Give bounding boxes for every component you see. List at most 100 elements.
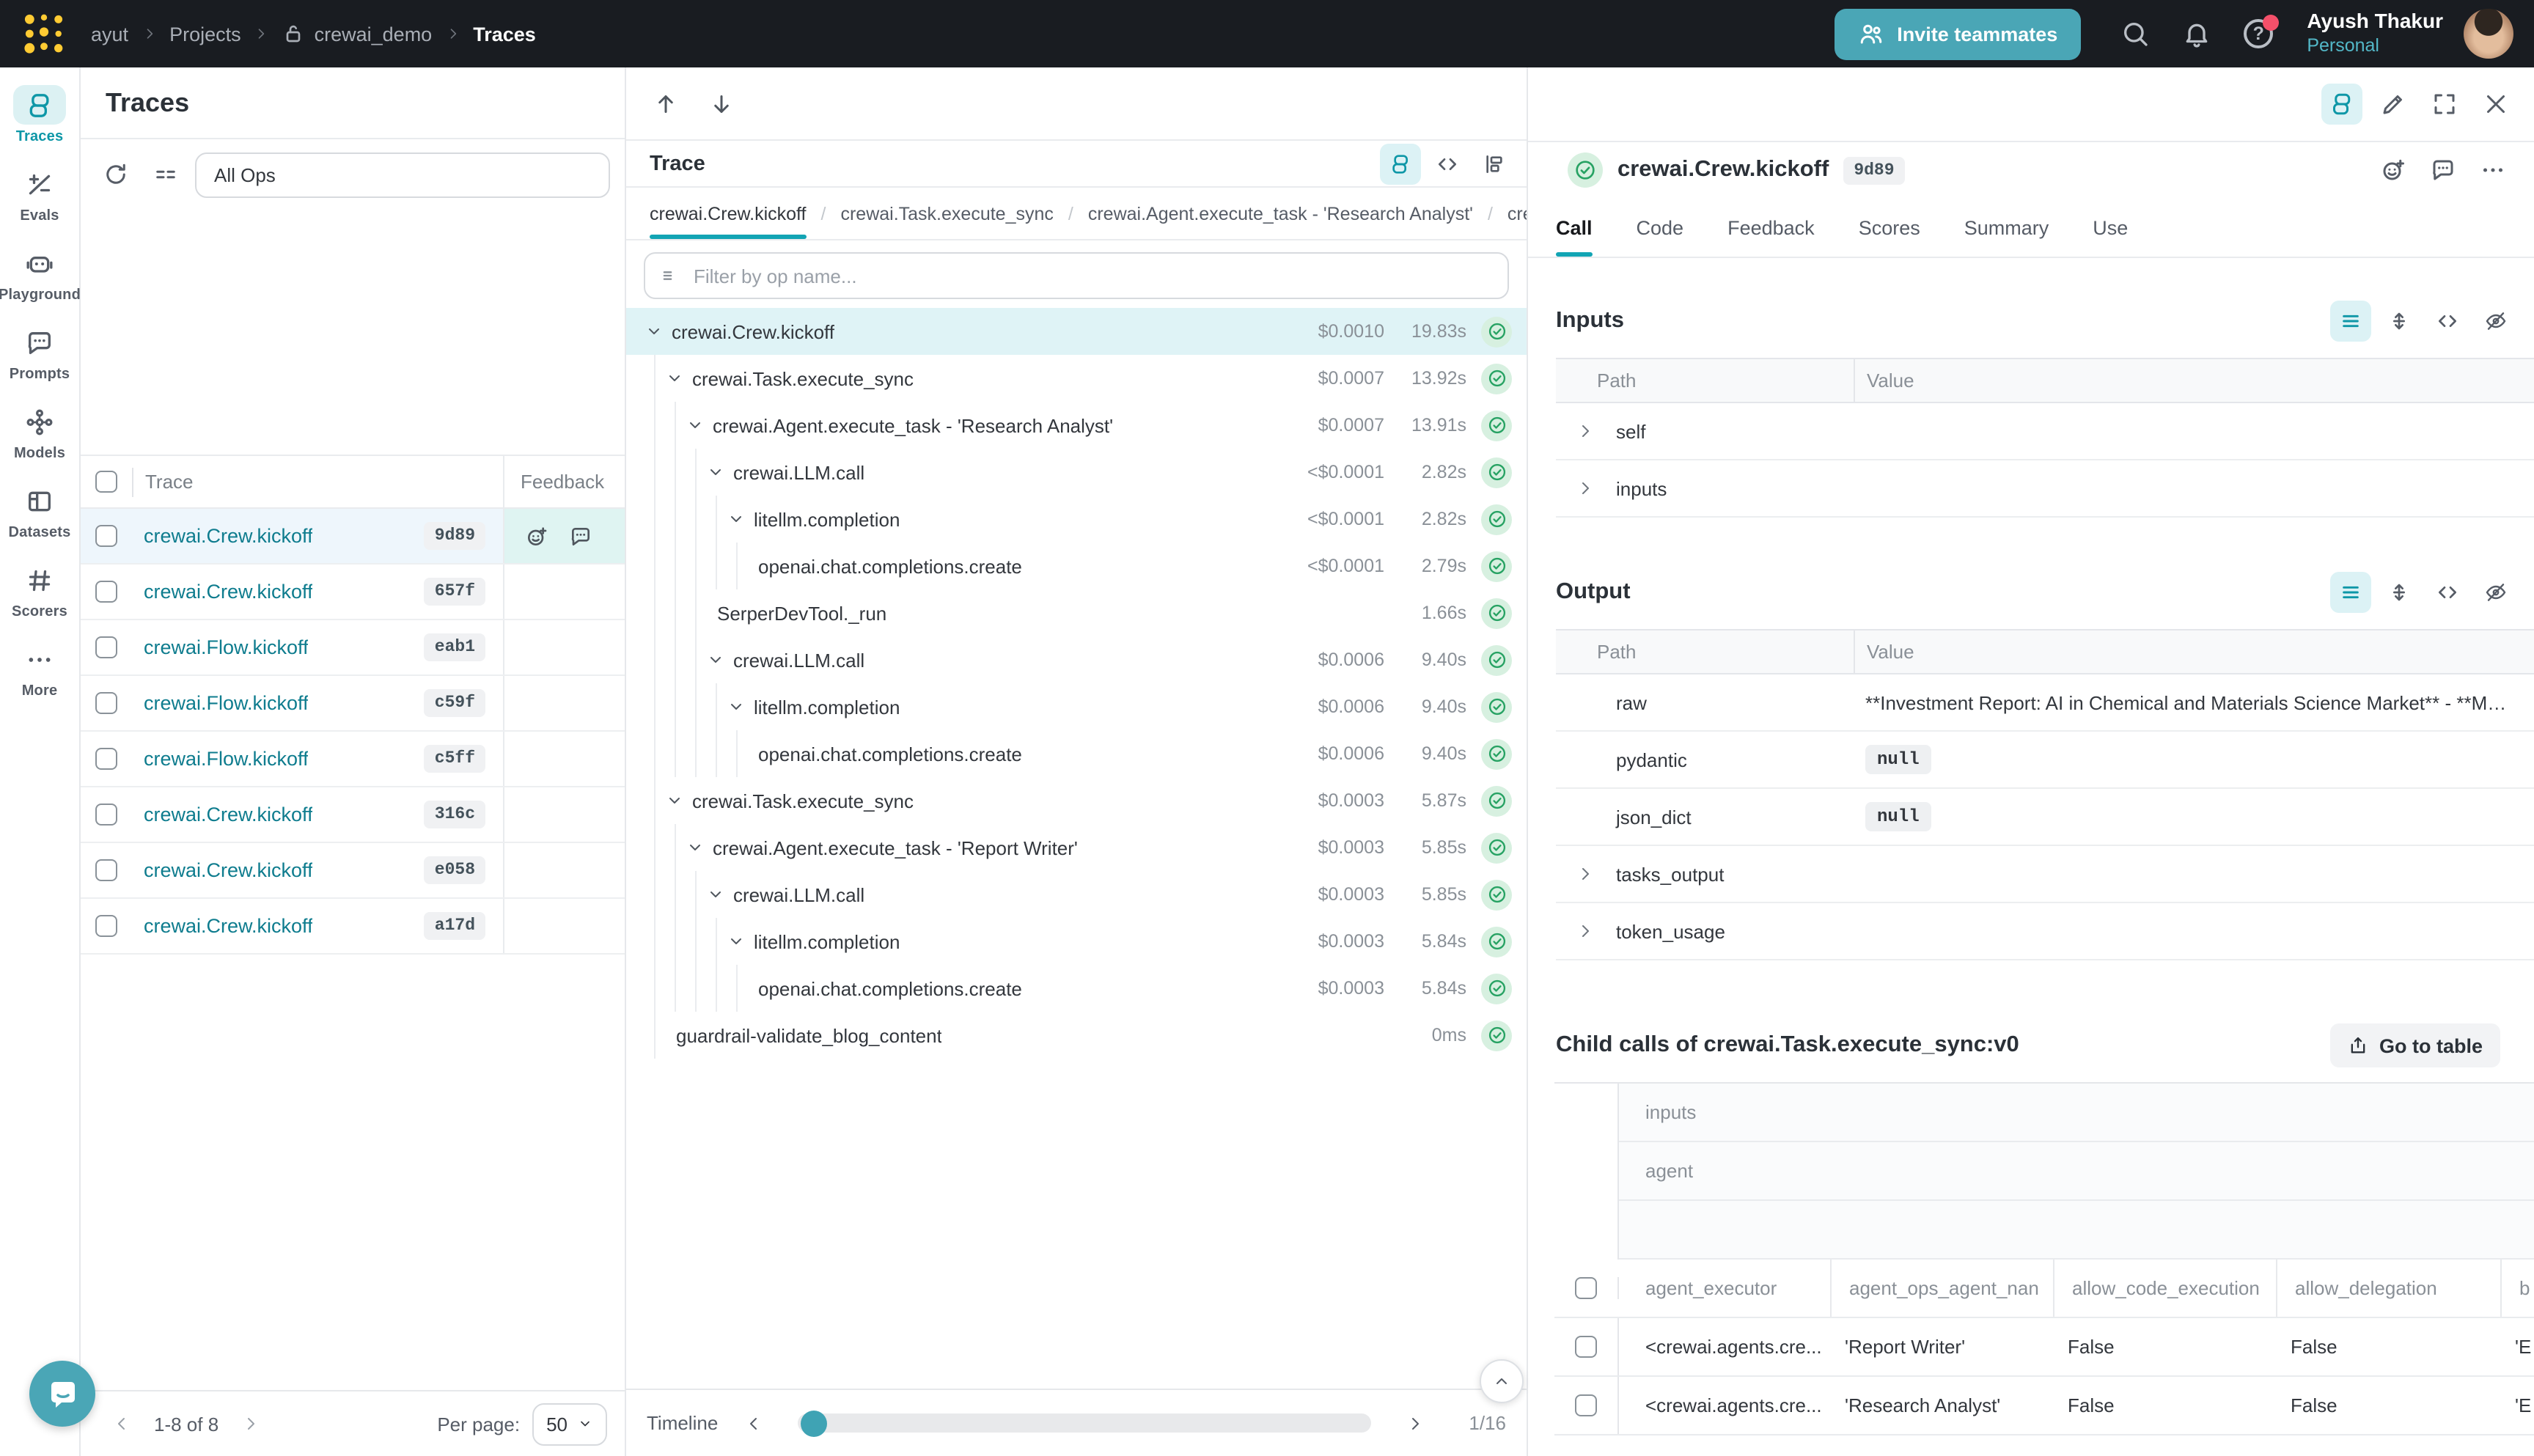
tree-row[interactable]: crewai.Agent.execute_task - 'Report Writ…	[626, 824, 1527, 871]
flame-view-button[interactable]	[1474, 143, 1515, 184]
table-row[interactable]: token_usage	[1556, 903, 2534, 960]
notifications-bell-icon[interactable]	[2182, 19, 2211, 48]
sidebar-item-scorers[interactable]: Scorers	[0, 560, 79, 620]
tree-toggle-button[interactable]	[2321, 84, 2362, 125]
tab-summary[interactable]: Summary	[1964, 198, 2049, 257]
tree-row[interactable]: SerperDevTool._run 1.66s	[626, 589, 1527, 636]
sidebar-item-more[interactable]: More	[0, 639, 79, 699]
hide-values-icon[interactable]	[2475, 301, 2516, 342]
sidebar-item-playground[interactable]: Playground	[0, 243, 79, 304]
table-row[interactable]: <crewai.agents.cre... 'Report Writer' Fa…	[1554, 1318, 2534, 1377]
per-page-select[interactable]: 50	[532, 1402, 607, 1445]
invite-teammates-button[interactable]: Invite teammates	[1834, 8, 2081, 59]
trace-link[interactable]: crewai.Flow.kickoff	[144, 636, 309, 658]
select-all-checkbox[interactable]	[1575, 1277, 1597, 1299]
edit-icon[interactable]	[2373, 84, 2414, 125]
table-row[interactable]: tasks_output	[1556, 846, 2534, 903]
add-reaction-icon[interactable]	[525, 524, 548, 548]
chevron-down-icon[interactable]	[686, 416, 713, 434]
chevron-down-icon[interactable]	[707, 886, 733, 903]
chevron-down-icon[interactable]	[686, 839, 713, 856]
tree-view-button[interactable]	[1380, 143, 1421, 184]
table-row[interactable]: crewai.Crew.kickoff 9d89	[81, 509, 625, 565]
help-icon[interactable]: ?	[2244, 19, 2273, 48]
trace-link[interactable]: crewai.Crew.kickoff	[144, 804, 313, 826]
chevron-down-icon[interactable]	[727, 698, 754, 716]
trace-link[interactable]: crewai.Crew.kickoff	[144, 859, 313, 881]
support-chat-button[interactable]	[29, 1361, 95, 1427]
feedback-column-header[interactable]: Feedback	[503, 456, 625, 507]
chevron-right-icon[interactable]	[1576, 422, 1616, 440]
fullscreen-icon[interactable]	[2424, 84, 2465, 125]
breadcrumb-entity[interactable]: ayut	[91, 23, 128, 45]
trace-link[interactable]: crewai.Crew.kickoff	[144, 525, 313, 547]
overflow-menu-icon[interactable]	[2472, 150, 2513, 191]
expand-rows-icon[interactable]	[2379, 301, 2420, 342]
hide-values-icon[interactable]	[2475, 572, 2516, 613]
scroll-top-button[interactable]	[1480, 1359, 1524, 1403]
timeline-prev-button[interactable]	[730, 1414, 776, 1432]
tree-row[interactable]: openai.chat.completions.create <$0.0001 …	[626, 543, 1527, 589]
search-icon[interactable]	[2120, 19, 2150, 48]
table-row[interactable]: raw **Investment Report: AI in Chemical …	[1556, 674, 2534, 732]
timeline-slider-thumb[interactable]	[800, 1410, 826, 1436]
column-header[interactable]: b	[2500, 1260, 2534, 1317]
code-view-icon[interactable]	[2427, 572, 2468, 613]
tree-row[interactable]: crewai.LLM.call $0.0003 5.85s	[626, 871, 1527, 918]
columns-button[interactable]	[145, 154, 186, 195]
trace-column-header[interactable]: Trace	[133, 456, 503, 507]
breadcrumb-project[interactable]: crewai_demo	[315, 23, 433, 45]
column-header[interactable]: agent_ops_agent_nan	[1830, 1260, 2053, 1317]
trace-link[interactable]: crewai.Crew.kickoff	[144, 915, 313, 937]
tree-row[interactable]: crewai.LLM.call $0.0006 9.40s	[626, 636, 1527, 683]
row-checkbox[interactable]	[1575, 1394, 1597, 1416]
user-menu[interactable]: Ayush Thakur Personal	[2307, 10, 2443, 58]
row-checkbox[interactable]	[95, 692, 117, 714]
code-view-button[interactable]	[1427, 143, 1468, 184]
tree-row[interactable]: litellm.completion $0.0006 9.40s	[626, 683, 1527, 730]
code-view-icon[interactable]	[2427, 301, 2468, 342]
tree-row[interactable]: crewai.LLM.call <$0.0001 2.82s	[626, 449, 1527, 496]
tree-row[interactable]: litellm.completion $0.0003 5.84s	[626, 918, 1527, 965]
tree-row[interactable]: guardrail-validate_blog_content 0ms	[626, 1012, 1527, 1059]
table-row[interactable]: crewai.Flow.kickoff c5ff	[81, 732, 625, 787]
tab-feedback[interactable]: Feedback	[1727, 198, 1815, 257]
next-trace-button[interactable]	[708, 90, 735, 117]
chevron-down-icon[interactable]	[727, 510, 754, 528]
table-row[interactable]: crewai.Crew.kickoff 316c	[81, 787, 625, 843]
sidebar-item-models[interactable]: Models	[0, 402, 79, 462]
tab-use[interactable]: Use	[2093, 198, 2128, 257]
sidebar-item-prompts[interactable]: Prompts	[0, 323, 79, 383]
trace-crumb-tab[interactable]: crewai.Task.execute_sync	[840, 188, 1053, 239]
tree-row[interactable]: crewai.Task.execute_sync $0.0007 13.92s	[626, 355, 1527, 402]
tab-code[interactable]: Code	[1637, 198, 1684, 257]
table-row[interactable]: <crewai.agents.cre... 'Research Analyst'…	[1554, 1377, 2534, 1435]
chevron-down-icon[interactable]	[645, 323, 672, 340]
refresh-button[interactable]	[95, 154, 136, 195]
next-page-button[interactable]	[227, 1415, 274, 1433]
trace-link[interactable]: crewai.Flow.kickoff	[144, 748, 309, 770]
column-header[interactable]: agent_executor	[1619, 1277, 1830, 1299]
row-checkbox[interactable]	[95, 859, 117, 881]
previous-trace-button[interactable]	[653, 90, 679, 117]
sidebar-item-evals[interactable]: Evals	[0, 164, 79, 224]
row-checkbox[interactable]	[95, 636, 117, 658]
chevron-down-icon[interactable]	[707, 651, 733, 669]
column-header[interactable]: allow_code_execution	[2053, 1260, 2276, 1317]
table-row[interactable]: crewai.Crew.kickoff e058	[81, 843, 625, 899]
tab-scores[interactable]: Scores	[1859, 198, 1920, 257]
tree-row[interactable]: openai.chat.completions.create $0.0003 5…	[626, 965, 1527, 1012]
row-checkbox[interactable]	[95, 581, 117, 603]
column-header[interactable]: allow_delegation	[2276, 1260, 2500, 1317]
tree-row[interactable]: litellm.completion <$0.0001 2.82s	[626, 496, 1527, 543]
chevron-down-icon[interactable]	[727, 933, 754, 950]
table-row[interactable]: inputs	[1556, 460, 2534, 518]
list-view-icon[interactable]	[2330, 572, 2371, 613]
table-row[interactable]: json_dict null	[1556, 789, 2534, 846]
sidebar-item-datasets[interactable]: Datasets	[0, 481, 79, 541]
chevron-down-icon[interactable]	[666, 369, 692, 387]
row-checkbox[interactable]	[95, 748, 117, 770]
add-note-icon[interactable]	[2423, 150, 2464, 191]
list-view-icon[interactable]	[2330, 301, 2371, 342]
chevron-right-icon[interactable]	[1576, 479, 1616, 497]
